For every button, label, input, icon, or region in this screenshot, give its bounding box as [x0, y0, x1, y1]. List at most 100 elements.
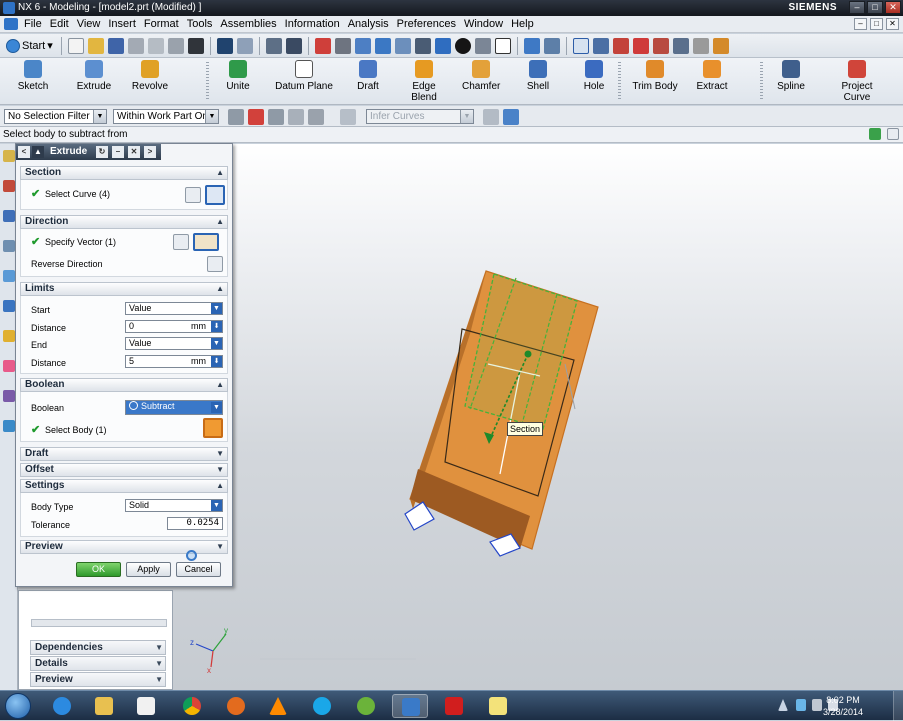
- status-toggle-icon[interactable]: [887, 128, 899, 140]
- part-navigator-icon[interactable]: [2, 210, 15, 222]
- history-icon[interactable]: [2, 330, 15, 342]
- windows-start-button[interactable]: [5, 693, 31, 719]
- repeat-command-icon[interactable]: [265, 37, 282, 54]
- collapse-button[interactable]: –: [112, 146, 124, 158]
- curve-selection-icon[interactable]: [205, 185, 225, 205]
- reuse-library-icon[interactable]: [2, 240, 15, 252]
- cut-icon[interactable]: [127, 37, 144, 54]
- taskbar-acrobat[interactable]: [436, 694, 472, 718]
- hole-button[interactable]: Hole: [582, 60, 606, 92]
- layer-icon[interactable]: [543, 37, 560, 54]
- spline-button[interactable]: Spline: [776, 60, 806, 92]
- undo-icon[interactable]: [216, 37, 233, 54]
- endpoint-snap-icon[interactable]: [632, 37, 649, 54]
- vector-dialog-icon[interactable]: [173, 234, 189, 250]
- copy-icon[interactable]: [147, 37, 164, 54]
- extract-button[interactable]: Extract: [695, 60, 729, 92]
- taskbar-nx6[interactable]: [392, 694, 428, 718]
- specify-vector-label[interactable]: Specify Vector (1): [45, 237, 116, 247]
- show-desktop-button[interactable]: [893, 691, 903, 721]
- chamfer-button[interactable]: Chamfer: [462, 60, 500, 92]
- datum-plane-button[interactable]: Datum Plane: [275, 60, 333, 92]
- taskbar-skype[interactable]: [304, 694, 340, 718]
- orient-view-icon[interactable]: [434, 37, 451, 54]
- rotate-icon[interactable]: [374, 37, 391, 54]
- settings-group-header[interactable]: Settings ▲: [20, 479, 228, 493]
- taskbar-clock[interactable]: 8:02 PM 3/28/2014: [817, 694, 869, 718]
- edge-blend-button[interactable]: Edge Blend: [399, 60, 449, 103]
- assembly-navigator-icon[interactable]: [2, 150, 15, 162]
- start-limit-select[interactable]: Value ▼: [125, 302, 223, 315]
- navigator-dependencies[interactable]: Dependencies ▼: [30, 640, 166, 655]
- reset-button[interactable]: ↻: [96, 146, 108, 158]
- render-style-icon[interactable]: [454, 37, 471, 54]
- section-group-header[interactable]: Section ▲: [20, 166, 228, 180]
- snap-point-icon[interactable]: [572, 37, 589, 54]
- apply-button[interactable]: Apply: [126, 562, 171, 577]
- navigator-scrollbar[interactable]: [31, 619, 167, 627]
- point-snap-icon[interactable]: [612, 37, 629, 54]
- menu-preferences[interactable]: Preferences: [393, 18, 460, 30]
- selection-filter-select[interactable]: No Selection Filter ▼: [4, 109, 107, 124]
- maximize-button[interactable]: □: [867, 1, 883, 14]
- taskbar-utorrent[interactable]: [348, 694, 384, 718]
- menu-help[interactable]: Help: [507, 18, 538, 30]
- taskbar-internet-explorer[interactable]: [44, 694, 80, 718]
- taskbar-vlc[interactable]: [260, 694, 296, 718]
- close-dialog-button[interactable]: ✕: [128, 146, 140, 158]
- trim-body-button[interactable]: Trim Body: [632, 60, 678, 92]
- follow-fillet-icon[interactable]: [503, 109, 519, 125]
- boolean-group-header[interactable]: Boolean ▲: [20, 378, 228, 392]
- nx-menu-logo-icon[interactable]: [4, 18, 18, 30]
- doc-restore-button[interactable]: □: [870, 18, 883, 30]
- zoom-window-icon[interactable]: [334, 37, 351, 54]
- general-selection-icon[interactable]: [248, 109, 264, 125]
- menu-format[interactable]: Format: [140, 18, 183, 30]
- select-body-label[interactable]: Select Body (1): [45, 425, 107, 435]
- toolbar-grip[interactable]: [760, 62, 763, 100]
- taskbar-file-explorer[interactable]: [86, 694, 122, 718]
- start-button[interactable]: Start ▾: [4, 38, 57, 53]
- sketch-section-icon[interactable]: [185, 187, 201, 203]
- new-file-icon[interactable]: [67, 37, 84, 54]
- dialog-next-button[interactable]: >: [144, 146, 156, 158]
- draft-group-header[interactable]: Draft ▼: [20, 447, 228, 461]
- menu-insert[interactable]: Insert: [104, 18, 140, 30]
- dialog-title-bar[interactable]: < ▲ Extrude ↻ – ✕ >: [16, 144, 161, 160]
- pan-icon[interactable]: [394, 37, 411, 54]
- menu-tools[interactable]: Tools: [183, 18, 217, 30]
- revolve-button[interactable]: Revolve: [130, 60, 170, 92]
- menu-file[interactable]: File: [20, 18, 46, 30]
- limits-group-header[interactable]: Limits ▲: [20, 282, 228, 296]
- menu-edit[interactable]: Edit: [46, 18, 73, 30]
- analysis-icon[interactable]: [712, 37, 729, 54]
- minimize-button[interactable]: –: [849, 1, 865, 14]
- face-selection-icon[interactable]: [288, 109, 304, 125]
- shaded-icon[interactable]: [474, 37, 491, 54]
- touch-mode-icon[interactable]: [285, 37, 302, 54]
- tray-expand-icon[interactable]: [778, 699, 788, 711]
- doc-close-button[interactable]: ✕: [886, 18, 899, 30]
- menu-window[interactable]: Window: [460, 18, 507, 30]
- redo-icon[interactable]: [236, 37, 253, 54]
- end-distance-input[interactable]: 5 mm ⬇: [125, 355, 223, 368]
- taskbar-notes[interactable]: [480, 694, 516, 718]
- navigator-details[interactable]: Details ▼: [30, 656, 166, 671]
- open-folder-icon[interactable]: [87, 37, 104, 54]
- end-limit-select[interactable]: Value ▼: [125, 337, 223, 350]
- system-materials-icon[interactable]: [2, 360, 15, 372]
- measure-icon[interactable]: [692, 37, 709, 54]
- doc-minimize-button[interactable]: –: [854, 18, 867, 30]
- midpoint-snap-icon[interactable]: [652, 37, 669, 54]
- select-icon[interactable]: [592, 37, 609, 54]
- taskbar-chrome[interactable]: [174, 694, 210, 718]
- menu-view[interactable]: View: [73, 18, 105, 30]
- perspective-icon[interactable]: [414, 37, 431, 54]
- tolerance-input[interactable]: 0.0254: [167, 517, 223, 530]
- curve-rule-select[interactable]: Infer Curves ▼: [366, 109, 474, 124]
- network-icon[interactable]: [796, 699, 806, 711]
- start-distance-input[interactable]: 0 mm ⬇: [125, 320, 223, 333]
- menu-analysis[interactable]: Analysis: [344, 18, 393, 30]
- direction-group-header[interactable]: Direction ▲: [20, 215, 228, 229]
- reverse-direction-icon[interactable]: [207, 256, 223, 272]
